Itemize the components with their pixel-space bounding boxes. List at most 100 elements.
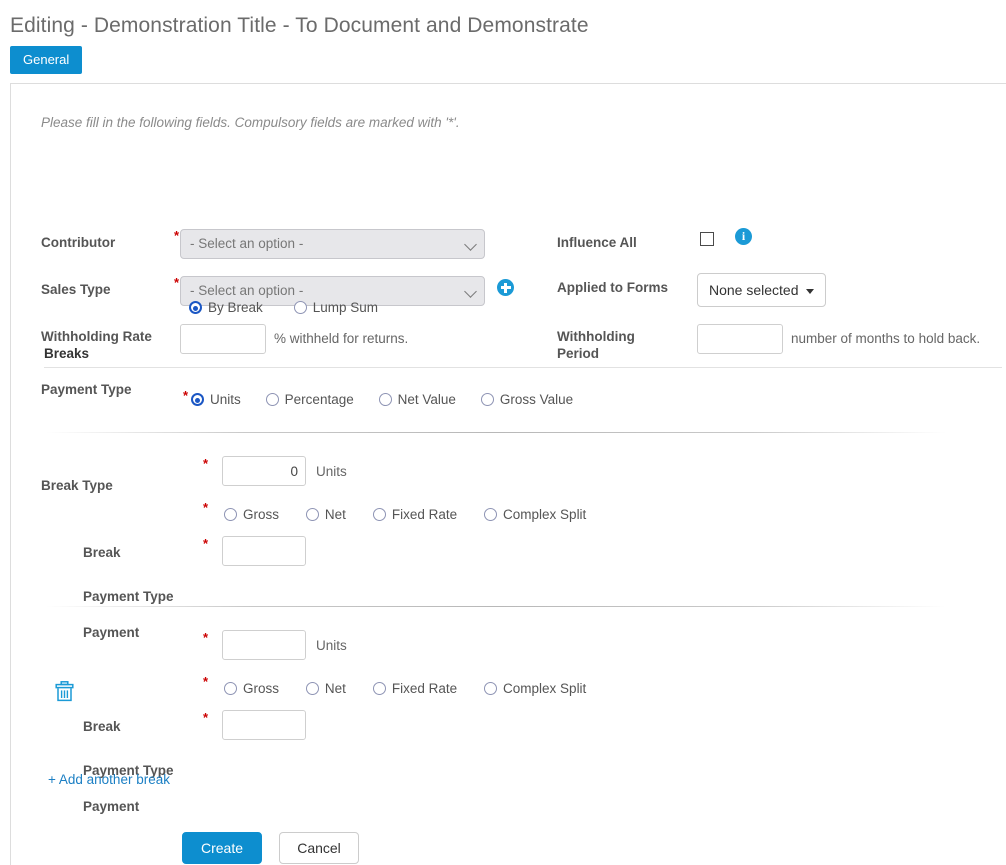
break-payment-type-option-gross[interactable]: Gross xyxy=(224,680,279,698)
contributor-required-marker: * xyxy=(174,228,180,243)
break-value-input[interactable] xyxy=(222,456,306,486)
break-payment-input[interactable] xyxy=(222,710,306,740)
radio-unselected-icon[interactable] xyxy=(224,682,237,696)
withholding-period-label-line1: Withholding xyxy=(557,329,635,344)
break-payment-type-option-complex-split[interactable]: Complex Split xyxy=(484,506,586,524)
break-type-option-label: Units xyxy=(210,392,241,408)
break-value-input[interactable] xyxy=(222,630,306,660)
break-payment-type-option-gross[interactable]: Gross xyxy=(224,506,279,524)
chevron-down-icon xyxy=(464,285,477,298)
break-type-option-percentage[interactable]: Percentage xyxy=(265,391,354,409)
break-payment-type-option-fixed-rate[interactable]: Fixed Rate xyxy=(372,506,457,524)
break-payment-type-label: Payment Type xyxy=(83,589,174,604)
radio-unselected-icon[interactable] xyxy=(305,508,319,522)
break-row-divider xyxy=(46,606,946,607)
page-root: Editing - Demonstration Title - To Docum… xyxy=(0,0,1006,865)
break-payment-type-option-net[interactable]: Net xyxy=(305,506,346,524)
cancel-button[interactable]: Cancel xyxy=(279,832,359,864)
break-payment-type-option-label: Complex Split xyxy=(503,681,587,697)
break-type-option-gross-value[interactable]: Gross Value xyxy=(480,391,574,409)
break-label: Break xyxy=(83,719,121,734)
radio-unselected-icon[interactable] xyxy=(484,682,498,696)
break-payment-type-radio-group: Gross Net Fixed Rate Complex Split xyxy=(224,680,586,698)
withholding-period-suffix: number of months to hold back. xyxy=(791,331,981,346)
break-payment-type-option-label: Net xyxy=(324,507,346,523)
withholding-rate-suffix: % withheld for returns. xyxy=(274,331,409,346)
break-unit-label: Units xyxy=(316,464,347,479)
break-payment-label: Payment xyxy=(83,625,140,640)
break-payment-type-option-label: Net xyxy=(324,681,346,697)
withholding-period-input[interactable] xyxy=(697,324,783,354)
payment-type-label: Payment Type xyxy=(41,382,132,397)
radio-unselected-icon[interactable] xyxy=(480,393,494,407)
radio-unselected-icon[interactable] xyxy=(224,508,237,522)
page-title: Editing - Demonstration Title - To Docum… xyxy=(10,14,589,37)
break-payment-type-option-label: Complex Split xyxy=(503,507,587,523)
break-payment-type-option-net[interactable]: Net xyxy=(305,680,346,698)
break-type-option-label: Gross Value xyxy=(499,392,574,408)
break-type-label: Break Type xyxy=(41,478,113,493)
break-payment-type-option-label: Gross xyxy=(243,681,280,697)
info-circle-icon[interactable]: i xyxy=(735,228,752,245)
withholding-period-label-line2: Period xyxy=(557,346,600,361)
radio-selected-icon[interactable] xyxy=(191,393,204,407)
caret-down-icon xyxy=(805,288,814,294)
breaks-section-title: Breaks xyxy=(44,346,90,361)
radio-unselected-icon[interactable] xyxy=(484,508,498,522)
applied-to-forms-value: None selected xyxy=(709,282,799,298)
contributor-select-value: - Select an option - xyxy=(190,236,304,251)
break-type-option-label: Net Value xyxy=(397,392,456,408)
payment-type-option-label: Lump Sum xyxy=(312,300,378,316)
radio-unselected-icon[interactable] xyxy=(378,393,392,407)
radio-unselected-icon[interactable] xyxy=(372,508,386,522)
chevron-down-icon xyxy=(464,238,477,251)
radio-unselected-icon[interactable] xyxy=(293,301,307,315)
radio-unselected-icon[interactable] xyxy=(305,682,319,696)
break-payment-required-marker: * xyxy=(203,710,209,725)
applied-to-forms-dropdown[interactable]: None selected xyxy=(697,273,826,307)
break-payment-type-option-label: Gross xyxy=(243,507,280,523)
break-payment-type-option-fixed-rate[interactable]: Fixed Rate xyxy=(372,680,458,698)
sales-type-required-marker: * xyxy=(174,275,180,290)
payment-type-option-by-break[interactable]: By Break xyxy=(189,299,263,317)
break-type-option-units[interactable]: Units xyxy=(191,391,241,409)
radio-unselected-icon[interactable] xyxy=(265,393,279,407)
create-button[interactable]: Create xyxy=(182,832,262,864)
trash-icon[interactable] xyxy=(55,681,74,707)
break-unit-label: Units xyxy=(316,638,347,653)
break-payment-type-option-label: Fixed Rate xyxy=(391,681,458,697)
withholding-rate-label: Withholding Rate xyxy=(41,329,152,344)
break-type-option-label: Percentage xyxy=(284,392,354,408)
payment-type-option-lump-sum[interactable]: Lump Sum xyxy=(293,299,378,317)
break-type-option-net-value[interactable]: Net Value xyxy=(378,391,456,409)
contributor-label: Contributor xyxy=(41,235,116,250)
break-row-divider xyxy=(46,432,946,433)
break-type-radio-group: Units Percentage Net Value Gross Value xyxy=(191,391,573,409)
sales-type-select-value: - Select an option - xyxy=(190,283,304,298)
contributor-select[interactable]: - Select an option - xyxy=(180,229,485,259)
break-label: Break xyxy=(83,545,121,560)
applied-to-forms-label: Applied to Forms xyxy=(557,280,668,295)
tab-general[interactable]: General xyxy=(10,46,83,74)
sales-type-label: Sales Type xyxy=(41,282,111,297)
add-another-break-link[interactable]: + Add another break xyxy=(48,772,170,787)
withholding-rate-input[interactable] xyxy=(180,324,266,354)
break-payment-required-marker: * xyxy=(203,536,209,551)
radio-selected-icon[interactable] xyxy=(189,301,202,315)
radio-unselected-icon[interactable] xyxy=(372,682,386,696)
break-payment-type-option-complex-split[interactable]: Complex Split xyxy=(484,680,586,698)
break-type-required-marker: * xyxy=(183,388,189,403)
break-payment-input[interactable] xyxy=(222,536,306,566)
form-instructions: Please fill in the following fields. Com… xyxy=(41,115,460,130)
breaks-section-divider xyxy=(44,367,1002,368)
break-payment-type-required-marker: * xyxy=(203,674,209,689)
withholding-period-label: Withholding Period xyxy=(557,328,687,362)
break-payment-type-required-marker: * xyxy=(203,500,209,515)
plus-circle-icon[interactable] xyxy=(497,279,514,296)
influence-all-checkbox[interactable] xyxy=(700,232,714,246)
break-required-marker: * xyxy=(203,630,209,645)
break-required-marker: * xyxy=(203,456,209,471)
influence-all-label: Influence All xyxy=(557,235,637,250)
payment-type-option-label: By Break xyxy=(208,300,263,316)
tab-bar: General xyxy=(10,46,83,74)
